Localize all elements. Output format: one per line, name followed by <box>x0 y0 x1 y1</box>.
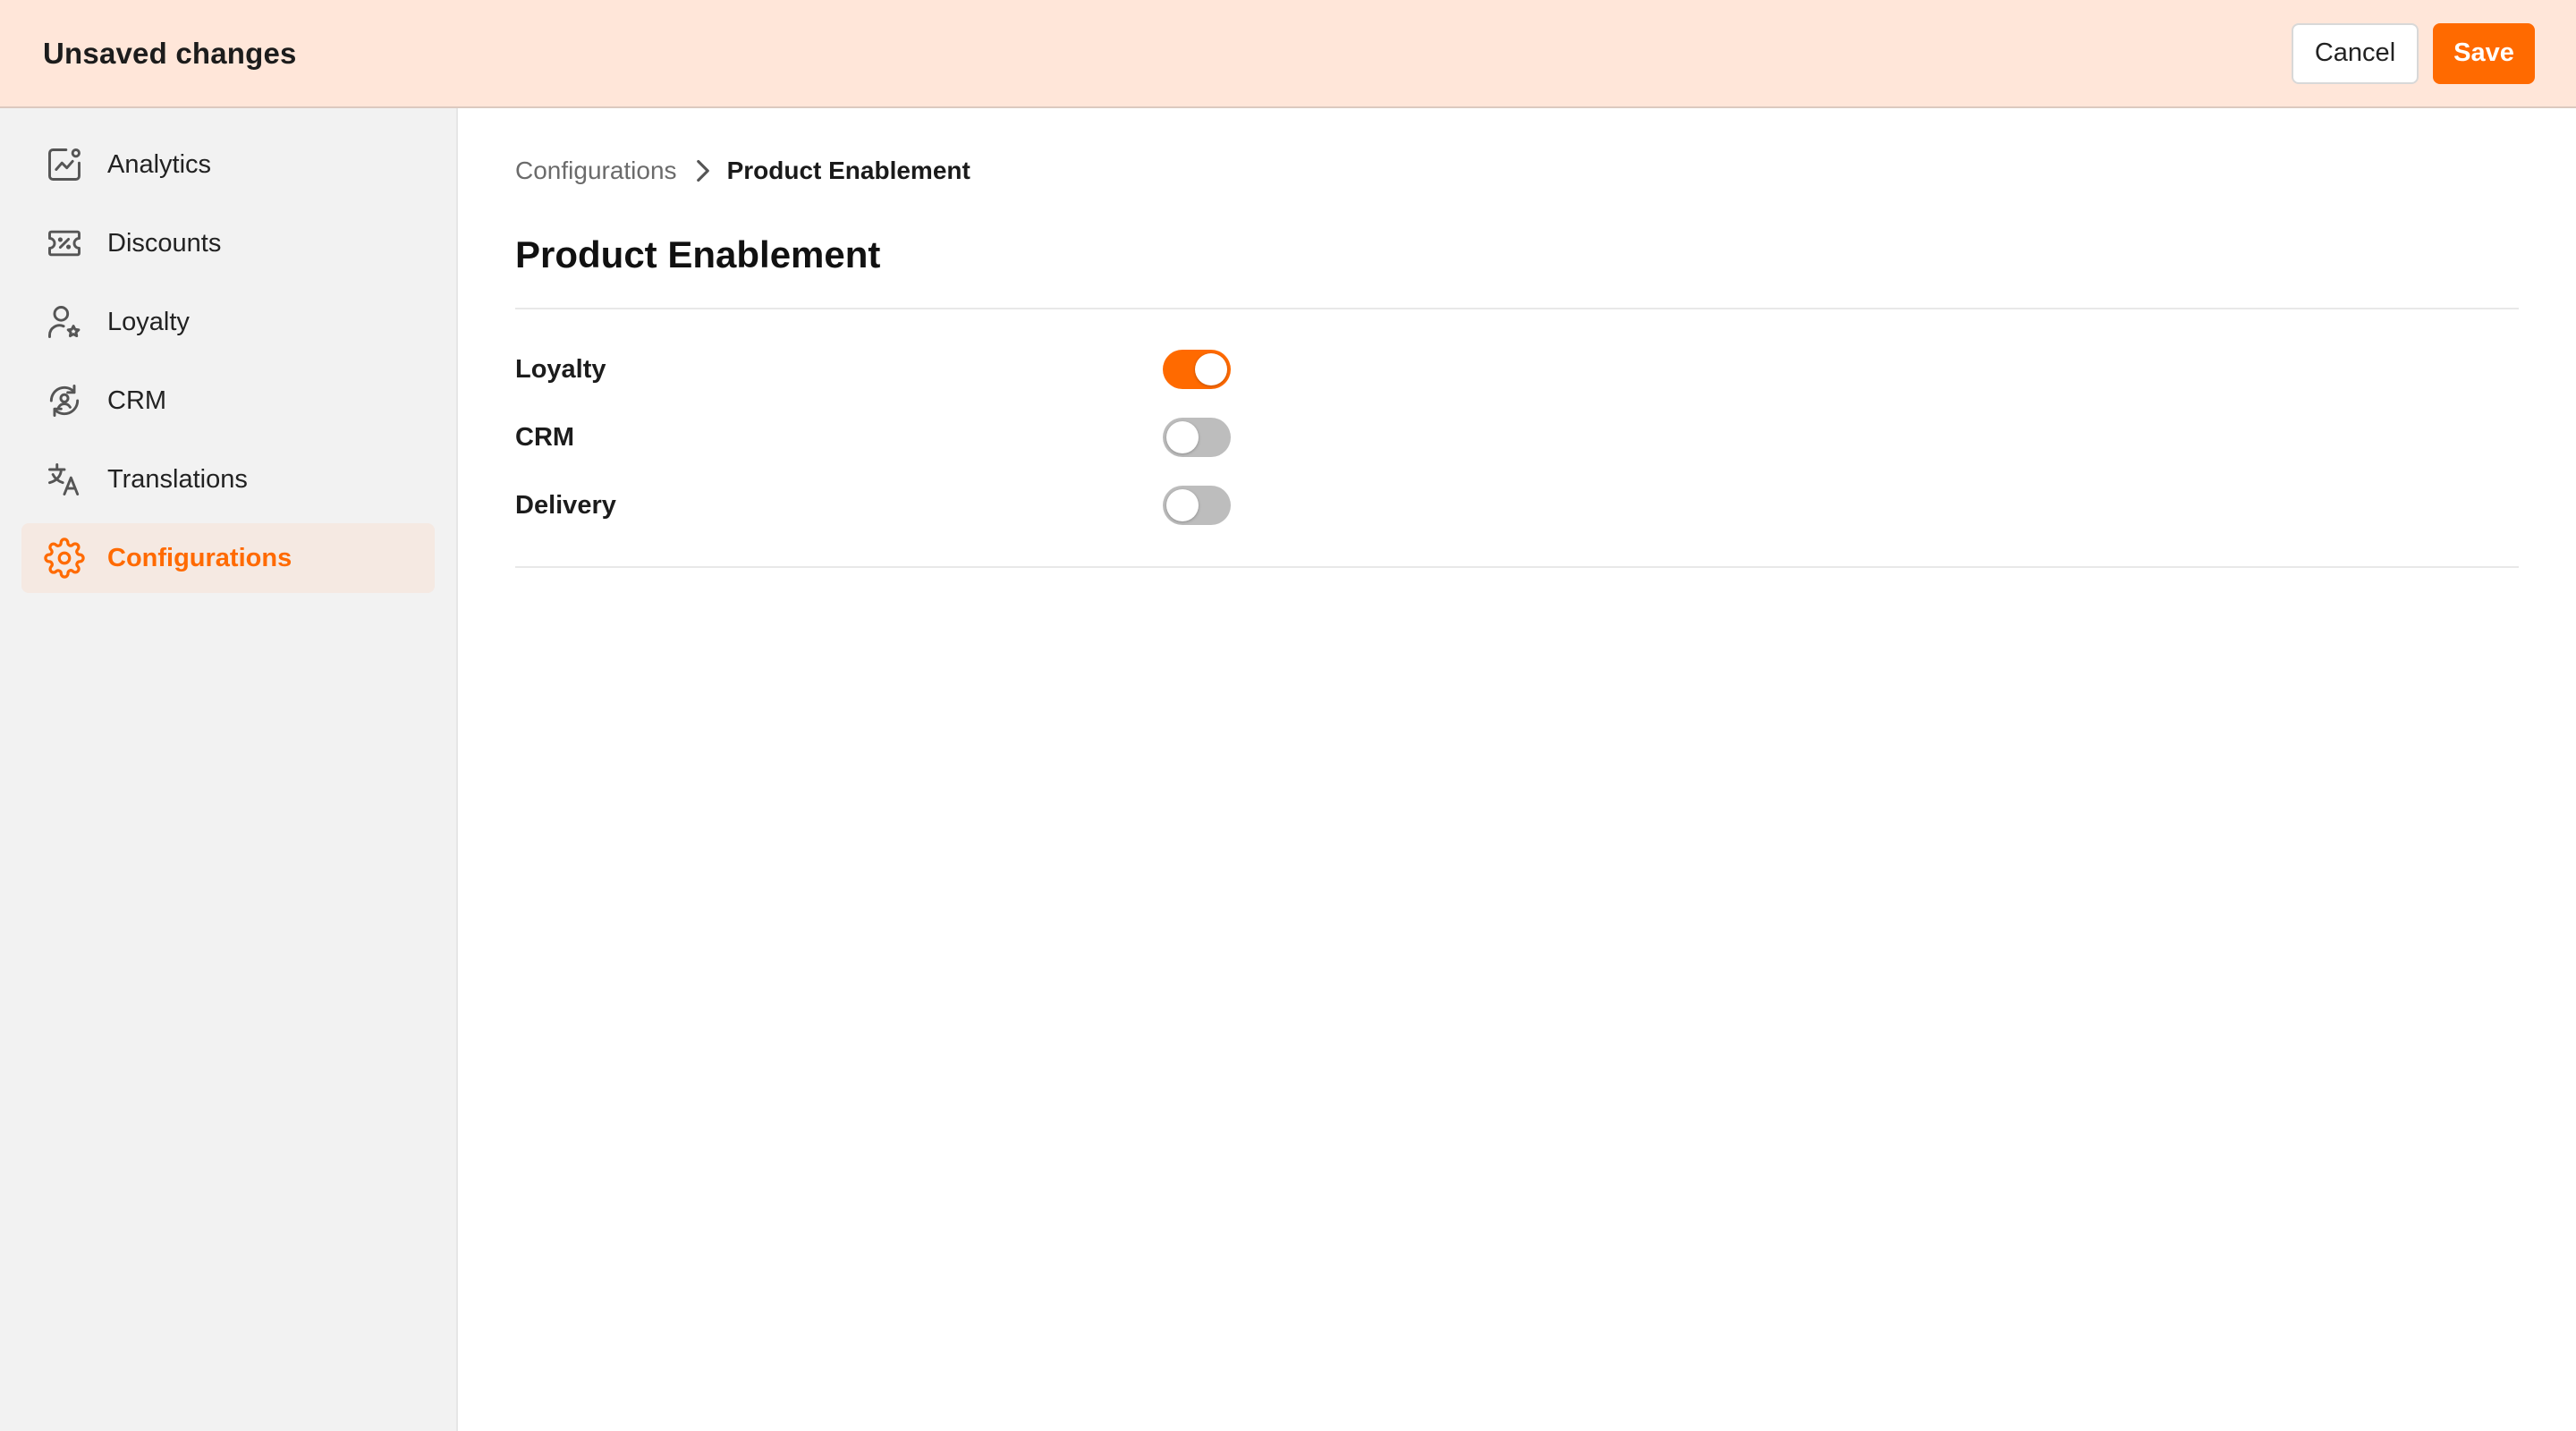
gear-icon <box>43 537 86 580</box>
analytics-chart-icon <box>43 143 86 186</box>
translate-icon <box>43 458 86 501</box>
main-content: Configurations Product Enablement Produc… <box>515 108 2519 568</box>
breadcrumb-current: Product Enablement <box>726 157 970 184</box>
sidebar-item-loyalty[interactable]: Loyalty <box>21 287 435 357</box>
setting-row-crm: CRM <box>515 403 2519 471</box>
page-title: Product Enablement <box>515 233 881 275</box>
sidebar: Analytics Discounts Loyalty CRM Translat… <box>0 108 458 1431</box>
breadcrumb-configurations-link[interactable]: Configurations <box>515 157 677 185</box>
unsaved-changes-bar: Unsaved changes Cancel Save <box>0 0 2576 108</box>
breadcrumb: Configurations Product Enablement <box>515 155 2519 187</box>
setting-label: Delivery <box>515 490 616 520</box>
sidebar-item-analytics[interactable]: Analytics <box>21 130 435 199</box>
toggle-knob <box>1166 489 1199 521</box>
toggle-knob <box>1166 421 1199 453</box>
sidebar-item-label: Loyalty <box>107 307 190 336</box>
cancel-button[interactable]: Cancel <box>2292 22 2419 84</box>
user-star-icon <box>43 301 86 343</box>
user-sync-icon <box>43 379 86 422</box>
toggle-knob <box>1195 353 1227 385</box>
sidebar-item-translations[interactable]: Translations <box>21 445 435 514</box>
product-settings-list: Loyalty CRM Delivery <box>515 309 2519 566</box>
setting-row-delivery: Delivery <box>515 471 2519 539</box>
save-button[interactable]: Save <box>2433 22 2535 84</box>
sidebar-item-configurations[interactable]: Configurations <box>21 523 435 593</box>
header-actions: Cancel Save <box>2292 22 2535 84</box>
loyalty-toggle[interactable] <box>1163 350 1231 389</box>
crm-toggle[interactable] <box>1163 418 1231 457</box>
delivery-toggle[interactable] <box>1163 486 1231 525</box>
setting-row-loyalty: Loyalty <box>515 335 2519 403</box>
setting-label: Loyalty <box>515 354 606 384</box>
sidebar-item-discounts[interactable]: Discounts <box>21 208 435 278</box>
discount-ticket-icon <box>43 222 86 265</box>
sidebar-item-label: Translations <box>107 464 248 494</box>
sidebar-item-crm[interactable]: CRM <box>21 366 435 436</box>
section-divider <box>515 566 2519 568</box>
sidebar-item-label: Discounts <box>107 228 222 258</box>
sidebar-item-label: CRM <box>107 385 167 415</box>
sidebar-item-label: Analytics <box>107 149 212 179</box>
sidebar-item-label: Configurations <box>107 543 292 572</box>
setting-label: CRM <box>515 422 575 452</box>
chevron-right-icon <box>695 158 715 183</box>
unsaved-changes-title: Unsaved changes <box>43 36 297 70</box>
